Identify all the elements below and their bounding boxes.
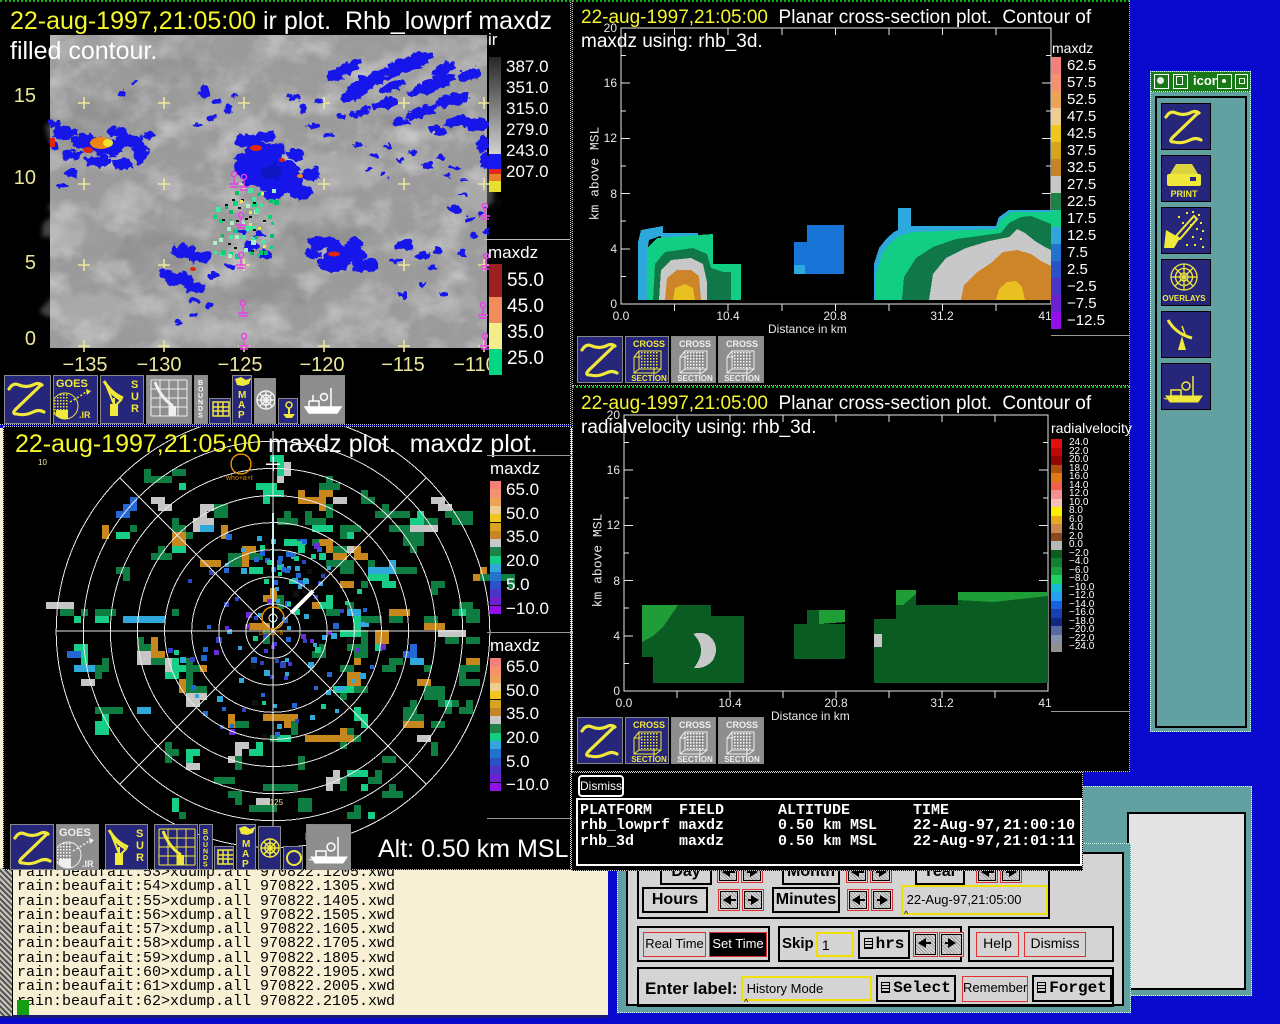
svg-text:SECTION: SECTION: [631, 374, 667, 382]
svg-text:S: S: [203, 862, 208, 869]
svg-text:SECTION: SECTION: [724, 755, 760, 763]
svg-text:SECTION: SECTION: [677, 755, 713, 763]
svg-text:b<-12-8: b<-12-8: [259, 630, 283, 637]
svg-text:GOES: GOES: [56, 378, 88, 390]
svg-text:CROSS: CROSS: [633, 339, 665, 349]
svg-text:SECTION: SECTION: [724, 374, 760, 382]
svg-text:CROSS: CROSS: [679, 720, 711, 730]
svg-text:CROSS: CROSS: [679, 339, 711, 349]
svg-text:S: S: [136, 828, 143, 840]
svg-text:OVERLAYS: OVERLAYS: [1162, 294, 1206, 303]
svg-text:P: P: [238, 410, 245, 421]
svg-text:PRINT: PRINT: [1171, 189, 1199, 199]
svg-text:U: U: [131, 391, 139, 403]
svg-text:R: R: [136, 852, 144, 864]
svg-text:R: R: [131, 403, 139, 415]
svg-text:who+a+t: who+a+t: [225, 475, 253, 482]
svg-text:GOES: GOES: [59, 827, 91, 839]
svg-text:CROSS: CROSS: [633, 720, 665, 730]
svg-text:SECTION: SECTION: [677, 374, 713, 382]
svg-text:.IR: .IR: [79, 410, 91, 420]
svg-text:CROSS: CROSS: [726, 720, 758, 730]
svg-text:.IR: .IR: [82, 859, 94, 869]
svg-text:CROSS: CROSS: [726, 339, 758, 349]
svg-text:S: S: [198, 413, 203, 420]
svg-text:P: P: [242, 859, 249, 869]
svg-text:U: U: [136, 840, 144, 852]
svg-text:10: 10: [38, 458, 47, 467]
svg-text:S: S: [131, 379, 138, 391]
svg-text:-125: -125: [267, 798, 284, 807]
svg-text:SECTION: SECTION: [631, 755, 667, 763]
